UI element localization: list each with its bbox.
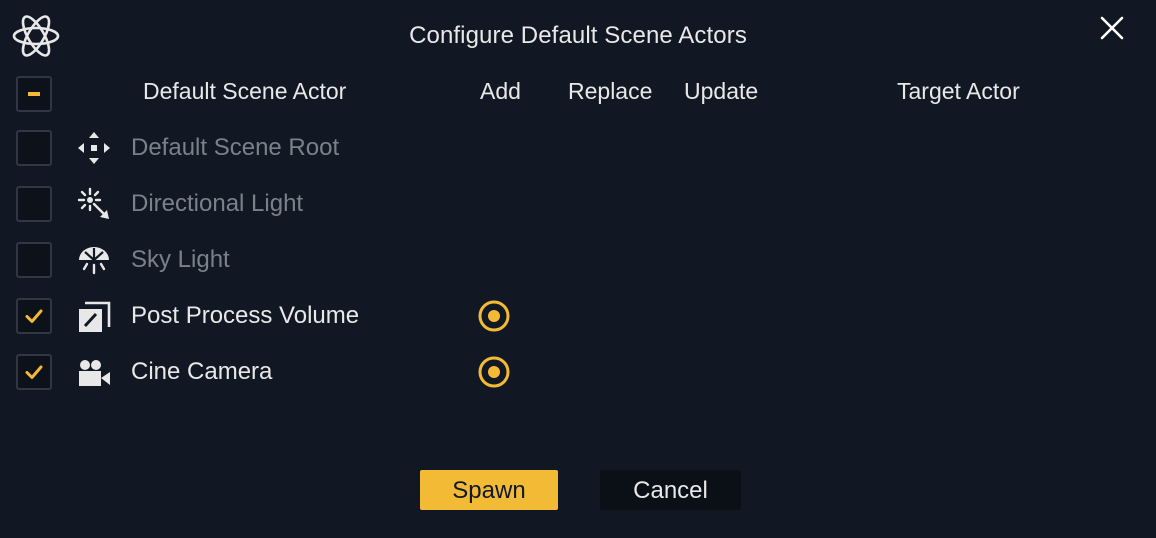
column-header-replace: Replace xyxy=(568,78,653,104)
select-all-checkbox[interactable] xyxy=(16,76,52,112)
row-checkbox-cine-camera[interactable] xyxy=(16,354,52,390)
move-arrows-icon xyxy=(78,132,110,164)
row-checkbox-sky-light[interactable] xyxy=(16,242,52,278)
column-header-default-scene-actor: Default Scene Actor xyxy=(143,78,347,104)
dialog-title: Configure Default Scene Actors xyxy=(409,22,747,49)
row-label-cine-camera: Cine Camera xyxy=(131,358,273,385)
configure-default-scene-actors-dialog: Configure Default Scene Actors Default S… xyxy=(0,0,1156,538)
add-radio-cine-camera[interactable] xyxy=(476,354,512,390)
row-checkbox-default-scene-root[interactable] xyxy=(16,130,52,166)
spawn-button[interactable]: Spawn xyxy=(420,470,558,510)
column-header-add: Add xyxy=(480,78,521,104)
cancel-button[interactable]: Cancel xyxy=(600,470,741,510)
directional-light-icon xyxy=(77,187,109,219)
column-header-update: Update xyxy=(684,78,759,104)
sky-light-icon xyxy=(79,247,109,275)
checkmark-icon xyxy=(25,365,43,379)
add-radio-post-process-volume[interactable] xyxy=(476,298,512,334)
close-icon[interactable] xyxy=(1096,12,1128,44)
row-label-sky-light: Sky Light xyxy=(131,246,230,273)
column-header-target-actor: Target Actor xyxy=(897,78,1020,104)
row-label-directional-light: Directional Light xyxy=(131,190,304,217)
row-checkbox-post-process-volume[interactable] xyxy=(16,298,52,334)
post-process-volume-icon xyxy=(79,301,111,332)
row-label-post-process-volume: Post Process Volume xyxy=(131,302,360,329)
row-checkbox-directional-light[interactable] xyxy=(16,186,52,222)
cine-camera-icon xyxy=(79,360,110,386)
checkmark-icon xyxy=(25,309,43,323)
row-label-default-scene-root: Default Scene Root xyxy=(131,134,340,161)
indeterminate-icon xyxy=(28,92,40,96)
